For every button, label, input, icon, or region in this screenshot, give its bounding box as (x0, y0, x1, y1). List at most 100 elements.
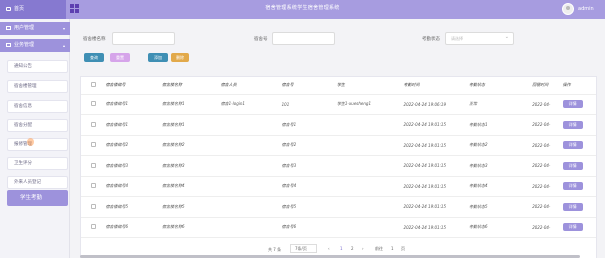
chevron-down-icon: ▾ (62, 26, 65, 31)
room-number-label: 宿舍号 (254, 37, 268, 42)
table-row: 宿舍楼编号1 宿舍楼名称1 宿舍号1 2022-04-24 19:01:15 考… (81, 114, 596, 136)
cell-attendance-time: 2022-04-24 19:01:15 (401, 176, 467, 197)
page-size-select[interactable]: 7条/页 (290, 244, 317, 253)
add-button[interactable]: 添加 (148, 53, 168, 62)
status-label: 考勤状态 (422, 37, 440, 42)
building-name-input[interactable] (112, 32, 175, 45)
col-room-number[interactable]: 宿舍号 (279, 77, 335, 95)
cell-attendance-status: 考勤状态3 (467, 155, 531, 177)
table-header-row: 宿舍楼编号 宿舍楼名称 宿舍人员 宿舍号 学生 考勤时间 考勤状态 回寝时间 操… (81, 77, 596, 95)
cell-attendance-status: 考勤状态4 (467, 176, 531, 197)
row-checkbox[interactable] (90, 162, 96, 168)
detail-button[interactable]: 详情 (562, 120, 583, 129)
cell-attendance-status: 考勤状态2 (467, 135, 531, 156)
app-title: 宿舍管理系统学生宿舍管理系统 (265, 5, 340, 11)
row-checkbox[interactable] (90, 142, 96, 148)
cell-building-name: 宿舍楼名称4 (160, 176, 219, 197)
main-content: 宿舍楼名称 宿舍号 考勤状态 请选择 查询 重置 添加 删除 宿舍楼编号 宿舍楼 (72, 19, 605, 258)
cell-room-number: 宿舍号2 (279, 135, 335, 156)
cell-return-time: 2022-04- (530, 114, 561, 136)
col-actions: 操作 (560, 77, 596, 95)
sidebar-item-attendance[interactable]: 学生考勤 (7, 190, 68, 206)
select-all-checkbox[interactable] (90, 82, 96, 88)
col-return-time[interactable]: 回寝时间 (530, 77, 561, 95)
col-student[interactable]: 学生 (334, 77, 402, 95)
sidebar-item-rooms[interactable]: 宿舍信息 (7, 100, 68, 113)
cell-residents (218, 196, 280, 218)
cell-attendance-time: 2022-04-24 19:01:15 (401, 217, 467, 238)
cell-student (334, 217, 402, 238)
delete-button[interactable]: 删除 (171, 53, 189, 62)
col-building-name[interactable]: 宿舍楼名称 (160, 77, 219, 95)
sidebar-item-repair[interactable]: 报修管理 (7, 138, 68, 151)
table-row: 宿舍楼编号4 宿舍楼名称4 宿舍号4 2022-04-24 19:01:15 考… (81, 176, 596, 197)
cell-residents (218, 217, 280, 238)
cell-attendance-time: 2022-04-24 19:01:15 (401, 155, 467, 177)
detail-button[interactable]: 详情 (562, 182, 583, 191)
detail-button[interactable]: 详情 (562, 161, 583, 170)
col-attendance-status[interactable]: 考勤状态 (467, 77, 531, 95)
goto-page-input[interactable]: 1 (391, 246, 394, 251)
cell-room-number: 宿舍号6 (279, 217, 335, 238)
detail-button[interactable]: 详情 (562, 141, 583, 150)
col-residents[interactable]: 宿舍人员 (218, 77, 280, 95)
cell-return-time: 2022-04- (530, 94, 561, 115)
cell-student (334, 176, 402, 197)
status-select[interactable]: 请选择 (445, 32, 514, 45)
sidebar-item-hygiene[interactable]: 卫生评分 (7, 157, 68, 170)
detail-button[interactable]: 详情 (562, 223, 583, 232)
row-checkbox[interactable] (90, 183, 96, 189)
sidebar-group-business[interactable]: 业务管理 ▴ (0, 39, 70, 52)
cell-attendance-time: 2022-04-24 19:01:15 (401, 135, 467, 156)
next-page-button[interactable]: › (362, 246, 364, 251)
cell-student (334, 155, 402, 177)
sidebar-item-notice[interactable]: 通知公告 (7, 60, 68, 73)
cell-building-name: 宿舍楼名称2 (160, 135, 219, 156)
cell-attendance-time: 2022-04-24 19:06:19 (401, 94, 467, 115)
page-2-button[interactable]: 2 (351, 246, 354, 251)
cell-building-code: 宿舍楼编号1 (103, 94, 160, 115)
row-checkbox[interactable] (90, 224, 96, 230)
prev-page-button[interactable]: ‹ (328, 246, 330, 251)
cell-room-number: 宿舍号4 (279, 176, 335, 197)
detail-button[interactable]: 详情 (562, 202, 583, 211)
cell-building-name: 宿舍楼名称5 (160, 196, 219, 218)
row-checkbox[interactable] (90, 121, 96, 127)
sidebar-item-allocation[interactable]: 宿舍分配 (7, 119, 68, 132)
query-button[interactable]: 查询 (84, 53, 104, 62)
cell-student (334, 196, 402, 218)
cell-building-code: 宿舍楼编号6 (103, 217, 160, 238)
avatar[interactable] (562, 3, 574, 15)
pagination-total: 共 7 条 (268, 247, 282, 252)
page-1-button[interactable]: 1 (340, 246, 343, 251)
detail-button[interactable]: 详情 (562, 100, 583, 109)
cell-building-code: 宿舍楼编号3 (103, 155, 160, 177)
cell-residents (218, 176, 280, 197)
table-row: 宿舍楼编号1 宿舍楼名称1 宿舍1-login1 101 学生1-xueshen… (81, 94, 596, 115)
col-attendance-time[interactable]: 考勤时间 (401, 77, 467, 95)
cell-attendance-status: 考勤状态6 (467, 217, 531, 238)
row-checkbox[interactable] (90, 101, 96, 107)
sidebar: 用户管理 ▾ 业务管理 ▴ 通知公告 宿舍楼管理 宿舍信息 宿舍分配 报修管理 卫生… (0, 19, 70, 258)
sidebar-group-users[interactable]: 用户管理 ▾ (0, 22, 70, 35)
mouse-cursor (27, 138, 34, 146)
cell-attendance-status: 考勤状态5 (467, 196, 531, 218)
cell-student (334, 114, 402, 136)
cell-room-number: 宿舍号3 (279, 155, 335, 177)
cell-building-code: 宿舍楼编号4 (103, 176, 160, 197)
cell-attendance-status: 正常 (467, 94, 531, 115)
col-building-code[interactable]: 宿舍楼编号 (103, 77, 160, 95)
sidebar-item-buildings[interactable]: 宿舍楼管理 (7, 80, 68, 93)
reset-button[interactable]: 重置 (110, 53, 130, 62)
room-number-input[interactable] (272, 32, 335, 45)
cell-building-code: 宿舍楼编号1 (103, 114, 160, 136)
cell-residents (218, 114, 280, 136)
cell-building-name: 宿舍楼名称6 (160, 217, 219, 238)
username[interactable]: admin (578, 0, 594, 18)
cell-building-code: 宿舍楼编号5 (103, 196, 160, 218)
cell-residents (218, 135, 280, 156)
sidebar-item-visitors[interactable]: 外来人员登记 (7, 176, 68, 189)
row-checkbox[interactable] (90, 203, 96, 209)
goto-label: 前往 (375, 246, 383, 251)
cell-return-time: 2022-04- (530, 217, 561, 238)
